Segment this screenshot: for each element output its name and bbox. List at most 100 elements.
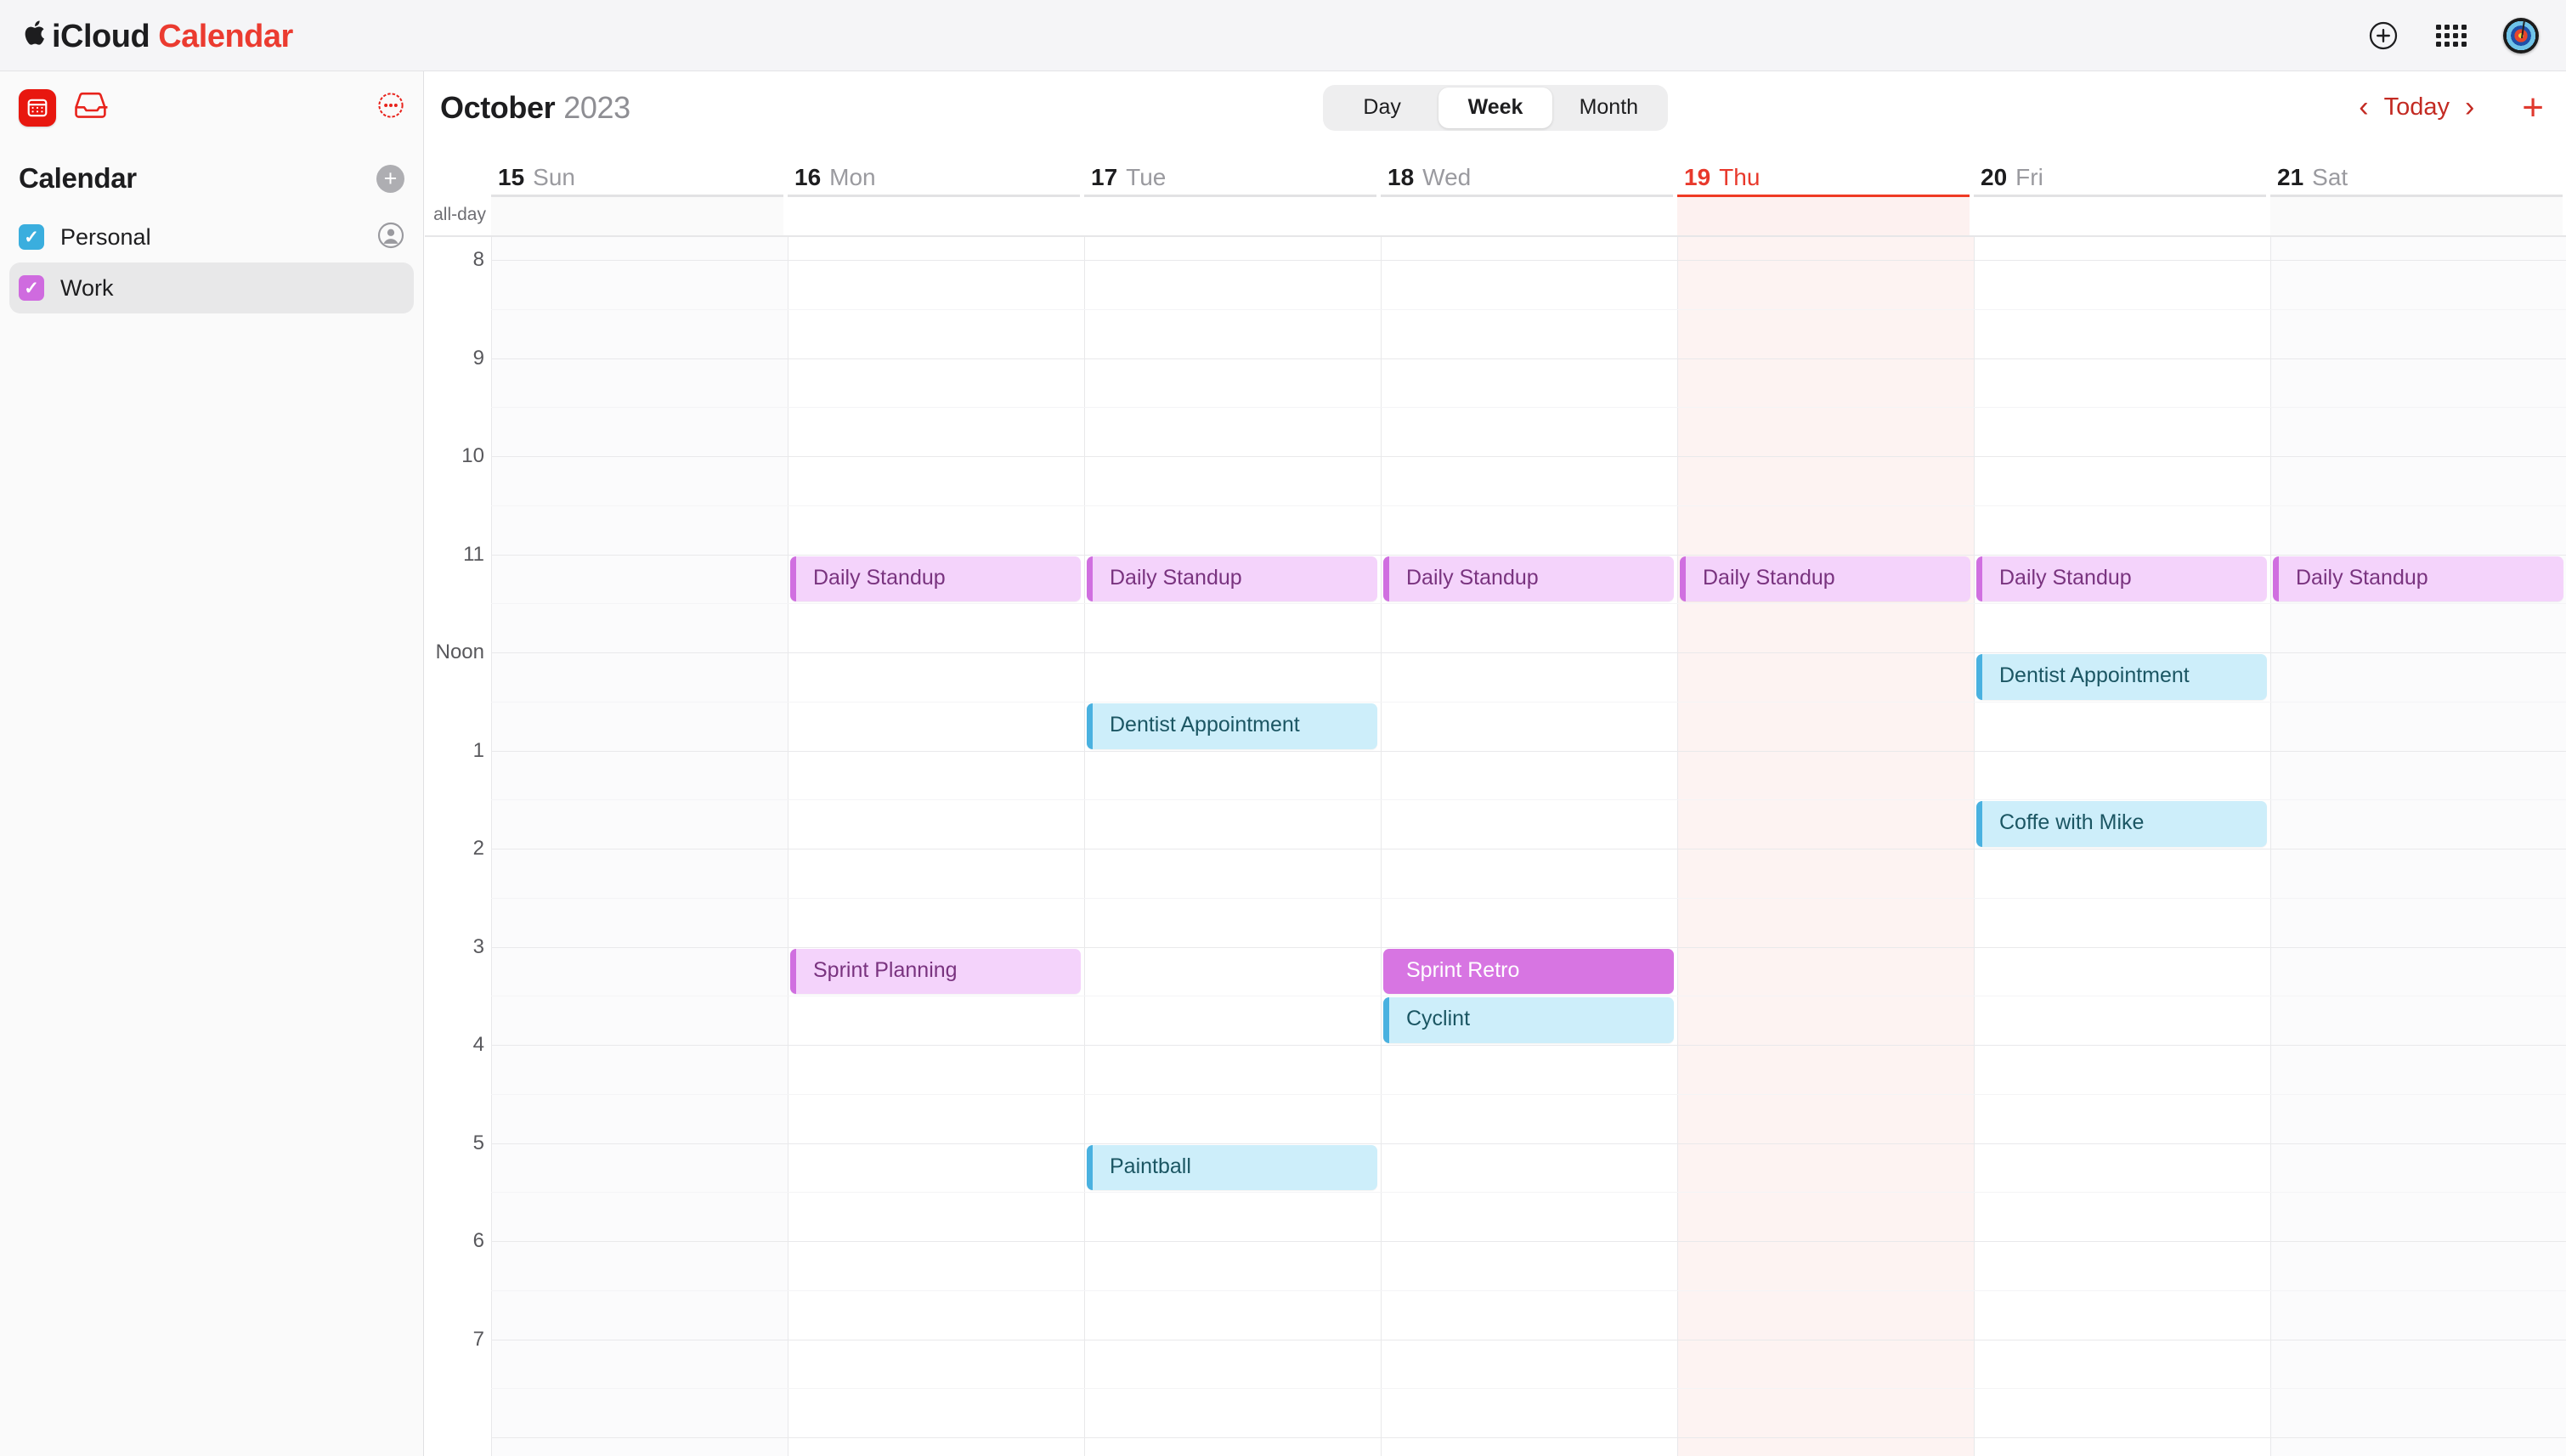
event-block[interactable]: Dentist Appointment xyxy=(1976,654,2267,700)
all-day-row: all-day xyxy=(425,195,2566,235)
previous-week-button[interactable]: ‹ xyxy=(2348,91,2378,124)
day-column-sat[interactable] xyxy=(2270,237,2566,1456)
inbox-icon[interactable] xyxy=(75,91,109,124)
hour-label: 7 xyxy=(472,1327,484,1351)
day-number: 17 xyxy=(1091,164,1118,190)
event-block[interactable]: Daily Standup xyxy=(1680,556,1970,602)
grid-line xyxy=(491,946,2566,948)
event-title: Coffe with Mike xyxy=(1999,810,2145,835)
grid-line xyxy=(491,1143,2566,1144)
all-day-cell-mon[interactable] xyxy=(788,195,1080,235)
brand-logo: iCloud Calendar xyxy=(24,16,293,55)
top-bar-actions xyxy=(2367,17,2539,54)
add-circle-icon[interactable] xyxy=(2367,20,2399,52)
calendar-list-item-work[interactable]: ✓ Work xyxy=(9,262,414,313)
calendar-name: Personal xyxy=(60,223,151,250)
day-header-thu[interactable]: 19 Thu xyxy=(1684,144,1981,195)
grid-line xyxy=(491,308,2566,310)
day-columns[interactable]: Daily Standup Daily Standup Daily Standup D… xyxy=(491,237,2566,1456)
all-day-cell-thu[interactable] xyxy=(1677,195,1970,235)
day-header-wed[interactable]: 18 Wed xyxy=(1388,144,1684,195)
event-block[interactable]: Coffe with Mike xyxy=(1976,801,2267,847)
add-event-button[interactable]: + xyxy=(2522,88,2544,127)
more-circle-icon[interactable] xyxy=(377,92,404,123)
grid-line xyxy=(491,456,2566,457)
hour-label: 9 xyxy=(472,346,484,370)
tab-day[interactable]: Day xyxy=(1325,87,1438,128)
grid-line xyxy=(491,407,2566,409)
event-title: Cyclint xyxy=(1406,1007,1471,1031)
all-day-cell-sun[interactable] xyxy=(491,195,783,235)
page-title: Calendar xyxy=(19,162,137,194)
day-number: 15 xyxy=(498,164,525,190)
week-grid: 8 9 10 11 Noon 1 2 3 4 5 6 7 Daily Standup Daily Sta… xyxy=(425,235,2566,1456)
hour-label: 5 xyxy=(472,1131,484,1154)
tab-week[interactable]: Week xyxy=(1438,87,1552,128)
grid-line xyxy=(491,1241,2566,1242)
event-block[interactable]: Daily Standup xyxy=(1976,556,2267,602)
event-block[interactable]: Paintball xyxy=(1087,1144,1377,1191)
month-year-title: October 2023 xyxy=(440,90,630,126)
day-column-wed[interactable] xyxy=(1381,237,1677,1456)
event-block[interactable]: Cyclint xyxy=(1383,997,1674,1043)
calendar-checkbox[interactable]: ✓ xyxy=(19,224,44,250)
calendar-list-item-personal[interactable]: ✓ Personal xyxy=(9,212,414,262)
event-block[interactable]: Daily Standup xyxy=(1383,556,1674,602)
day-name: Wed xyxy=(1422,164,1472,190)
all-day-cell-wed[interactable] xyxy=(1381,195,1673,235)
hour-label: 11 xyxy=(463,542,484,566)
hour-label: 6 xyxy=(472,1229,484,1252)
grid-line xyxy=(491,1290,2566,1291)
view-switcher[interactable]: Day Week Month xyxy=(1323,84,1668,131)
day-header-sun[interactable]: 15 Sun xyxy=(498,144,794,195)
day-number: 20 xyxy=(1981,164,2008,190)
day-column-sun[interactable] xyxy=(491,237,788,1456)
calendar-app-icon[interactable] xyxy=(19,88,56,127)
day-number: 16 xyxy=(794,164,822,190)
all-day-cell-sat[interactable] xyxy=(2270,195,2563,235)
grid-line xyxy=(491,1388,2566,1390)
day-column-thu[interactable] xyxy=(1677,237,1974,1456)
event-block[interactable]: Dentist Appointment xyxy=(1087,703,1377,749)
day-header-mon[interactable]: 16 Mon xyxy=(794,144,1091,195)
day-column-tue[interactable] xyxy=(1084,237,1381,1456)
day-column-mon[interactable] xyxy=(788,237,1084,1456)
grid-line xyxy=(491,554,2566,556)
calendar-list: ✓ Personal ✓ Work xyxy=(0,212,423,313)
event-title: Dentist Appointment xyxy=(1110,712,1300,736)
grid-line xyxy=(491,1045,2566,1046)
hour-label: 8 xyxy=(472,248,484,271)
grid-line xyxy=(491,897,2566,899)
event-block[interactable]: Daily Standup xyxy=(1087,556,1377,602)
avatar[interactable] xyxy=(2503,17,2539,54)
event-block[interactable]: Sprint Retro xyxy=(1383,948,1674,995)
grid-line xyxy=(491,652,2566,653)
day-header-sat[interactable]: 21 Sat xyxy=(2277,144,2566,195)
today-button[interactable]: Today xyxy=(2379,93,2455,121)
event-block[interactable]: Daily Standup xyxy=(2273,556,2563,602)
apps-grid-icon[interactable] xyxy=(2435,20,2467,52)
grid-line xyxy=(491,603,2566,605)
brand-product-text: Calendar xyxy=(158,18,293,54)
toolbar-right-actions: ‹ Today › + xyxy=(2348,88,2544,127)
all-day-cell-fri[interactable] xyxy=(1974,195,2266,235)
hour-label: 10 xyxy=(461,444,484,467)
next-week-button[interactable]: › xyxy=(2455,91,2484,124)
hour-label: 2 xyxy=(472,837,484,860)
day-header-fri[interactable]: 20 Fri xyxy=(1981,144,2277,195)
grid-line xyxy=(491,799,2566,801)
hour-label: Noon xyxy=(435,641,484,663)
tab-month[interactable]: Month xyxy=(1552,87,1665,128)
event-block[interactable]: Sprint Planning xyxy=(790,948,1081,995)
calendar-checkbox[interactable]: ✓ xyxy=(19,275,44,301)
all-day-label: all-day xyxy=(433,205,486,224)
event-title: Daily Standup xyxy=(2296,565,2428,590)
event-title: Daily Standup xyxy=(1999,565,2132,590)
day-name: Mon xyxy=(829,164,876,190)
shared-calendar-icon[interactable] xyxy=(377,222,404,253)
all-day-cell-tue[interactable] xyxy=(1084,195,1376,235)
add-calendar-button[interactable]: + xyxy=(376,164,404,193)
grid-line xyxy=(491,260,2566,261)
event-block[interactable]: Daily Standup xyxy=(790,556,1081,602)
day-header-tue[interactable]: 17 Tue xyxy=(1091,144,1388,195)
